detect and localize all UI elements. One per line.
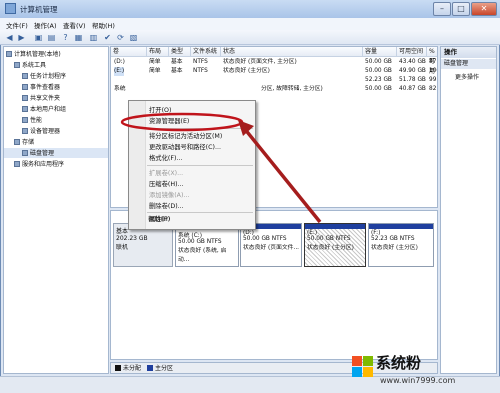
annotation-arrow: [242, 126, 322, 224]
arrow-head: [238, 120, 254, 136]
watermark-text: 系统粉: [376, 354, 422, 372]
windows-logo-icon: [352, 356, 373, 377]
watermark: 系统粉 www.win7999.com: [348, 352, 498, 392]
watermark-url: www.win7999.com: [380, 376, 456, 385]
annotation-overlay: [120, 112, 322, 224]
highlight-ellipse: [120, 112, 244, 132]
